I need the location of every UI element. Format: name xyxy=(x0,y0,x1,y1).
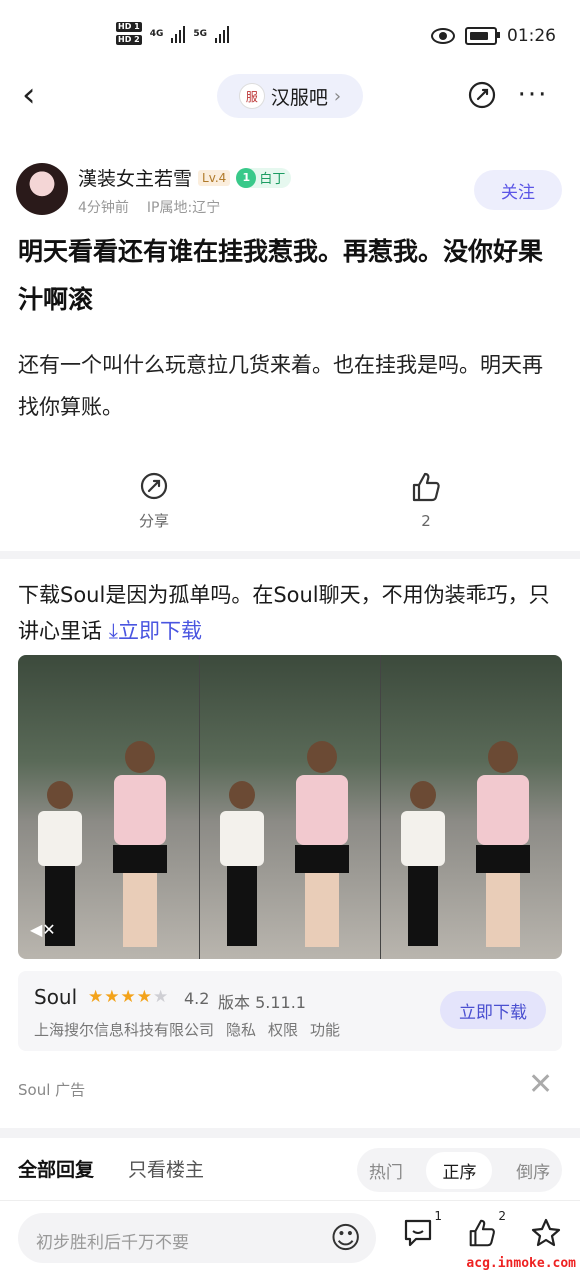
thumbs-up-icon[interactable]: 2 xyxy=(466,1209,506,1256)
dancer-figure xyxy=(401,781,446,951)
ad-text[interactable]: 下载Soul是因为孤单吗。在Soul聊天，不用伪装乖巧，只讲心里话 ⤓立即下载 xyxy=(18,577,566,649)
forum-name: 汉服吧 xyxy=(270,86,328,109)
rank-badge-number: 1 xyxy=(236,167,257,188)
share-button[interactable]: 分享 xyxy=(126,470,182,531)
video-frame xyxy=(381,655,562,959)
reply-input[interactable]: 初步胜利后千万不要 ☺ xyxy=(18,1213,376,1263)
close-icon[interactable]: ✕ xyxy=(528,1070,553,1100)
ad-video[interactable] xyxy=(18,655,562,959)
watermark: acg.inmoke.com xyxy=(466,1256,576,1271)
forum-logo-icon: 服 xyxy=(238,83,265,109)
thumbs-up-icon xyxy=(412,472,440,502)
battery-icon xyxy=(465,27,500,45)
rating-stars: ★ ★ ★ ★ ★ xyxy=(88,987,168,1007)
dancer-figure xyxy=(219,781,264,951)
clock: 01:26 xyxy=(507,26,556,46)
star-icon: ★ xyxy=(136,987,152,1007)
net1-label: 4G xyxy=(149,28,164,39)
app-version: 版本 5.11.1 xyxy=(218,993,306,1012)
sim-labels: HD 1 HD 2 xyxy=(116,22,142,45)
status-bar: HD 1 HD 2 4G 5G 01:26 xyxy=(0,0,580,72)
download-button[interactable]: 立即下载 xyxy=(440,991,546,1029)
edit-share-icon[interactable] xyxy=(465,78,499,112)
emoji-icon[interactable]: ☺ xyxy=(330,1221,361,1256)
signal-bars-icon xyxy=(171,25,186,43)
ad-copy: 下载Soul是因为孤单吗。在Soul聊天，不用伪装乖巧，只讲心里话 xyxy=(18,583,550,643)
share-label: 分享 xyxy=(138,512,169,530)
rank-badge-label: 白丁 xyxy=(259,172,286,187)
post-meta: 4分钟前 IP属地:辽宁 xyxy=(78,197,220,217)
section-divider xyxy=(0,551,580,559)
dancer-figure xyxy=(473,741,533,951)
sort-switch: 热门 正序 倒序 xyxy=(357,1148,562,1192)
sort-hot[interactable]: 热门 xyxy=(369,1158,403,1183)
star-icon: ★ xyxy=(153,987,169,1007)
star-icon: ★ xyxy=(88,987,104,1007)
feature-link[interactable]: 功能 xyxy=(310,1019,340,1040)
app-rating: 4.2 xyxy=(184,989,210,1008)
post-title: 明天看看还有谁在挂我惹我。再惹我。没你好果汁啊滚 xyxy=(18,237,544,314)
reply-placeholder: 初步胜利后千万不要 xyxy=(36,1233,189,1253)
bottom-bar: 初步胜利后千万不要 ☺ 1 2 acg.inmoke.com xyxy=(0,1200,580,1277)
net2-label: 5G xyxy=(193,28,207,39)
forum-pill[interactable]: 服 汉服吧 › xyxy=(217,74,363,118)
video-frame xyxy=(18,655,200,959)
comment-count: 1 xyxy=(434,1209,442,1223)
bottom-like-count: 2 xyxy=(498,1209,506,1223)
video-frame xyxy=(199,655,382,959)
comment-icon[interactable]: 1 xyxy=(402,1209,442,1254)
status-right: 01:26 xyxy=(431,26,556,46)
ad-source: Soul 广告 xyxy=(18,1081,86,1099)
eye-icon xyxy=(431,28,455,44)
star-icon: ★ xyxy=(104,987,120,1007)
author-avatar[interactable] xyxy=(16,163,68,215)
author-line: 漢装女主若雪 Lv.4 1 白丁 xyxy=(78,164,292,191)
author-name[interactable]: 漢装女主若雪 xyxy=(78,164,192,191)
reply-tabs: 全部回复 只看楼主 xyxy=(18,1155,204,1182)
signal-bars-icon xyxy=(215,25,229,43)
sort-desc[interactable]: 倒序 xyxy=(516,1158,550,1183)
dancer-figure xyxy=(110,741,170,951)
app-card[interactable]: Soul ★ ★ ★ ★ ★ 4.2 版本 5.11.1 上海搜尔信息科技有限公… xyxy=(18,971,562,1051)
privacy-link[interactable]: 隐私 xyxy=(226,1019,256,1040)
section-divider xyxy=(0,1128,580,1138)
rank-badge: 1 白丁 xyxy=(236,167,292,188)
mute-icon[interactable]: ◀✕ xyxy=(30,920,56,939)
sim1-label: HD 1 xyxy=(116,22,142,32)
ad-download-link-label: 立即下载 xyxy=(117,619,202,643)
like-count: 2 xyxy=(421,512,431,530)
more-dots-icon[interactable]: ··· xyxy=(516,78,550,112)
app-name: Soul xyxy=(34,985,78,1009)
app-company-line: 上海搜尔信息科技有限公司 隐私 权限 功能 xyxy=(34,1019,340,1040)
tab-all-replies[interactable]: 全部回复 xyxy=(18,1155,94,1182)
signal-indicators: HD 1 HD 2 4G 5G xyxy=(116,22,229,45)
dancer-figure xyxy=(292,741,352,951)
star-icon: ★ xyxy=(120,987,136,1007)
chevron-right-icon: › xyxy=(333,85,342,107)
app-company: 上海搜尔信息科技有限公司 xyxy=(34,1021,215,1039)
star-favorite-icon[interactable] xyxy=(530,1217,562,1256)
sort-asc[interactable]: 正序 xyxy=(426,1151,493,1189)
permission-link[interactable]: 权限 xyxy=(268,1019,298,1040)
post-time: 4分钟前 xyxy=(78,200,129,216)
level-badge: Lv.4 xyxy=(198,169,231,186)
post-body: 还有一个叫什么玩意拉几货来着。也在挂我是吗。明天再找你算账。 xyxy=(18,353,543,419)
like-button[interactable]: 2 xyxy=(398,470,454,530)
tab-op-only[interactable]: 只看楼主 xyxy=(128,1155,204,1182)
post-ip: IP属地:辽宁 xyxy=(146,200,221,216)
sim2-label: HD 2 xyxy=(116,35,142,45)
back-arrow-icon[interactable]: ‹ xyxy=(22,78,50,112)
share-icon xyxy=(140,472,168,500)
follow-button[interactable]: 关注 xyxy=(474,170,562,210)
ad-download-link[interactable]: ⤓立即下载 xyxy=(109,619,202,643)
